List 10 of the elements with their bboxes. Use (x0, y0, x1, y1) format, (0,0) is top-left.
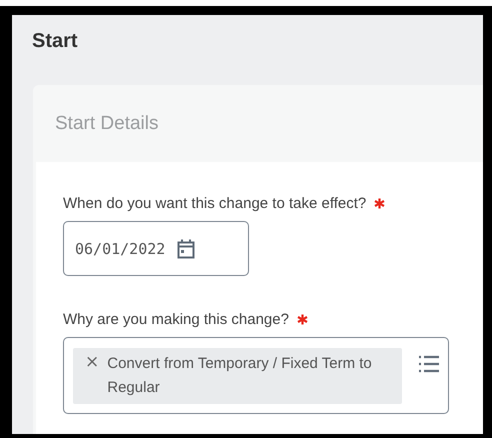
section-title: Start Details (55, 112, 158, 134)
chip-text: Convert from Temporary / Fixed Term to Regular (107, 354, 373, 398)
field-label: Why are you making this change? (63, 311, 289, 328)
page-title: Start (31, 29, 79, 54)
field-label: When do you want this change to take effect? (63, 195, 366, 212)
remove-button[interactable]: × (85, 352, 100, 372)
date-field[interactable]: 06/01/2022 (63, 221, 249, 276)
list-icon[interactable] (418, 354, 440, 374)
multiselect-field[interactable]: × Convert from Temporary / Fixed Term to Regular (63, 337, 449, 414)
calendar-icon[interactable] (177, 238, 196, 258)
